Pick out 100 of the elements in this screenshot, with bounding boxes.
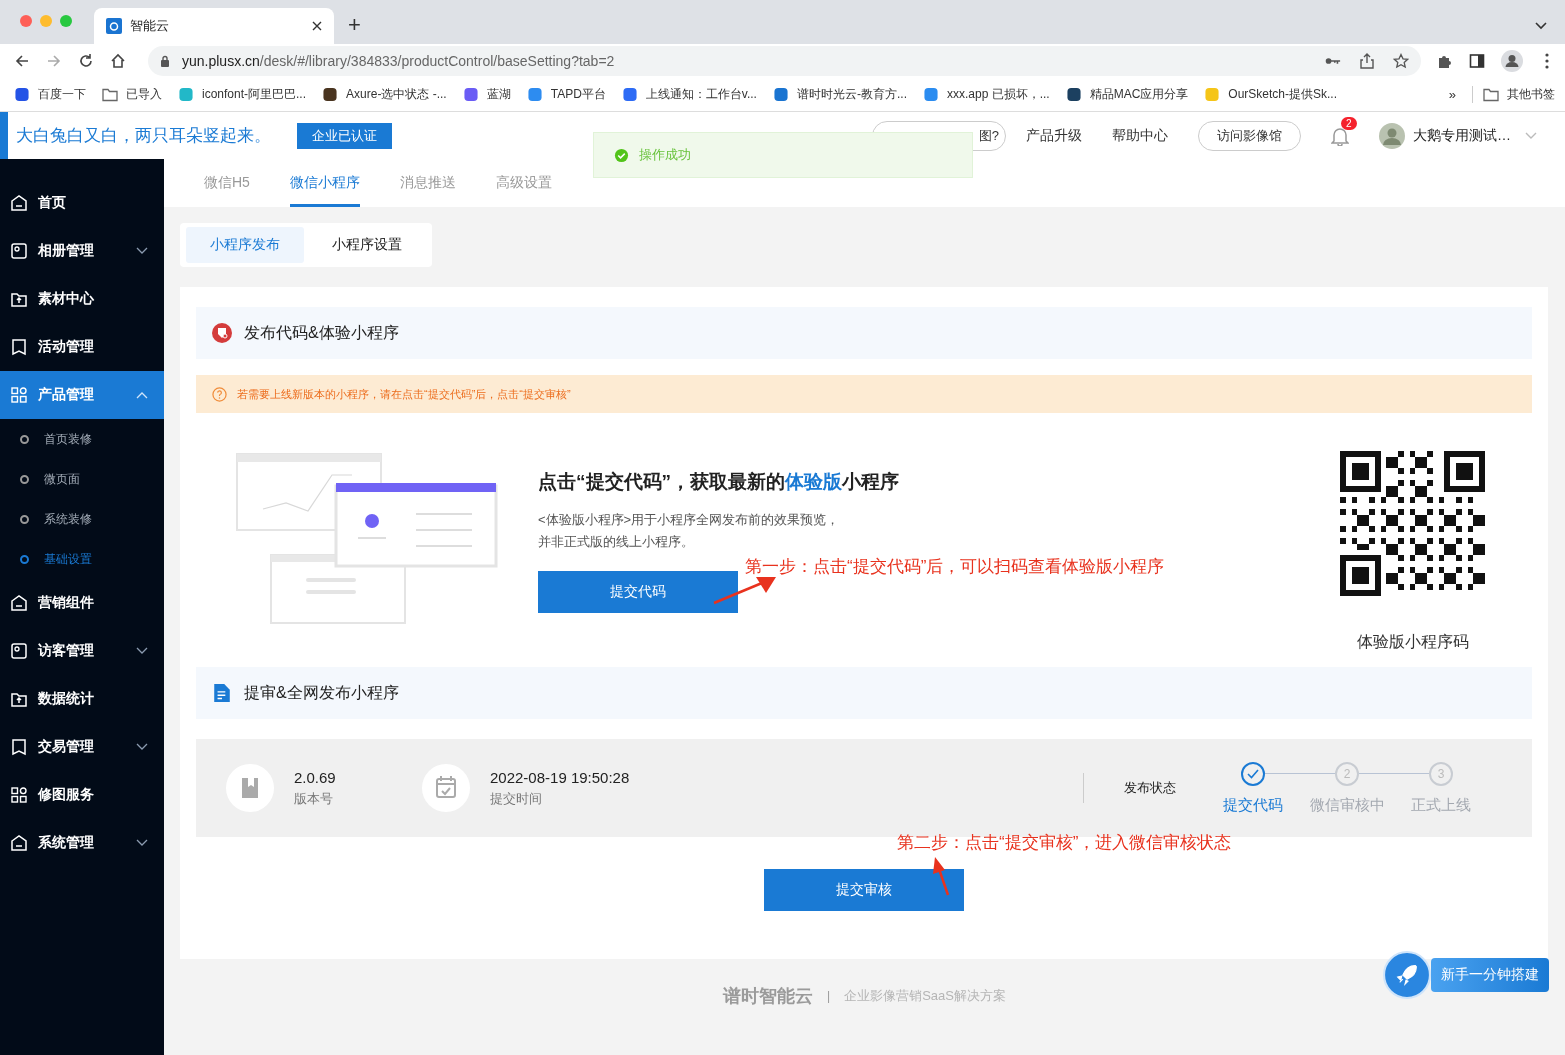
sidebar-item[interactable]: 系统管理	[0, 819, 164, 867]
profile-icon[interactable]	[1501, 50, 1523, 72]
header-link[interactable]: 帮助中心	[1112, 126, 1168, 145]
folder-upload-icon	[10, 290, 28, 308]
sidebar-item[interactable]: 素材中心	[0, 275, 164, 323]
reload-icon[interactable]	[78, 53, 94, 69]
sidebar-panel-icon[interactable]	[1469, 53, 1485, 69]
camera-icon	[106, 18, 122, 34]
sidebar-subitem[interactable]: 系统装修	[0, 499, 164, 539]
grid-icon	[10, 386, 28, 404]
submit-review-button[interactable]: 提交审核	[764, 869, 964, 911]
chevron-down-icon[interactable]	[1535, 22, 1547, 30]
sub-tab[interactable]: 小程序发布	[186, 227, 304, 263]
footer-separator: |	[827, 989, 831, 1003]
bookmark-item[interactable]: 其他书签	[1472, 86, 1555, 103]
bookmark-item[interactable]: iconfont-阿里巴巴...	[178, 86, 307, 103]
sidebar-subitem[interactable]: 首页装修	[0, 419, 164, 459]
section-title: 提审&全网发布小程序	[244, 682, 399, 703]
site-icon	[526, 87, 543, 102]
submit-time: 2022-08-19 19:50:28	[490, 768, 631, 786]
back-icon[interactable]	[14, 53, 30, 69]
star-icon[interactable]	[1393, 53, 1409, 69]
sidebar-item[interactable]: 交易管理	[0, 723, 164, 771]
bookmark-item[interactable]: 蓝湖	[462, 86, 511, 103]
rocket-icon[interactable]	[1383, 951, 1431, 999]
step-label: 正式上线	[1411, 795, 1471, 815]
bookmark-item[interactable]: OurSketch-提供Sk...	[1204, 86, 1338, 103]
annotation-arrow	[932, 857, 952, 897]
bookmark-icon	[10, 738, 28, 756]
release-heading: 点击“提交代码”，获取最新的体验版小程序	[538, 470, 900, 494]
browser-tab[interactable]: 智能云	[94, 8, 334, 44]
stamp-icon	[212, 323, 232, 343]
bookmark-item[interactable]: TAPD平台	[526, 86, 606, 103]
step-label: 提交代码	[1223, 795, 1283, 815]
more-bookmarks-button[interactable]: »	[1448, 87, 1456, 102]
site-icon	[462, 87, 479, 102]
bookmark-item[interactable]: 精品MAC应用分享	[1065, 86, 1189, 103]
sidebar-item[interactable]: 访客管理	[0, 627, 164, 675]
site-icon	[1204, 87, 1221, 102]
sub-tab[interactable]: 小程序设置	[308, 227, 426, 263]
bookmark-item[interactable]: 百度一下	[14, 86, 86, 103]
sidebar-item[interactable]: 活动管理	[0, 323, 164, 371]
home-icon[interactable]	[110, 53, 126, 69]
site-icon	[772, 87, 789, 102]
book-icon	[226, 764, 274, 812]
qr-code-caption: 体验版小程序码	[1356, 632, 1469, 652]
sidebar-item[interactable]: 营销组件	[0, 579, 164, 627]
verified-badge: 企业已认证	[297, 122, 392, 149]
bell-icon[interactable]	[1331, 125, 1349, 146]
release-description: <体验版小程序>用于小程序全网发布前的效果预览， 并非正式版的线上小程序。	[538, 511, 841, 551]
annotation-text: 第二步：点击“提交审核”，进入微信审核状态	[897, 832, 1232, 854]
header-link[interactable]: 产品升级	[1026, 126, 1082, 145]
bookmark-item[interactable]: 已导入	[102, 86, 162, 103]
section-title: 发布代码&体验小程序	[244, 322, 399, 343]
bookmark-icon	[10, 338, 28, 356]
bookmark-item[interactable]: Axure-选中状态 -...	[322, 86, 447, 103]
site-icon	[322, 87, 339, 102]
bullet-icon	[20, 474, 29, 484]
home-icon	[10, 834, 28, 852]
bullet-icon	[20, 514, 29, 524]
site-icon	[178, 87, 194, 102]
submit-code-button[interactable]: 提交代码	[538, 571, 738, 613]
puzzle-icon[interactable]	[1437, 53, 1453, 69]
bookmark-item[interactable]: xxx.app 已损坏，...	[922, 86, 1050, 103]
tab[interactable]: 微信小程序	[289, 159, 360, 207]
chevron-icon[interactable]	[136, 743, 148, 751]
bullet-icon	[20, 434, 29, 444]
avatar-icon[interactable]	[1379, 122, 1405, 149]
version-number: 2.0.69	[294, 768, 337, 786]
user-name[interactable]: 大鹅专用测试…	[1413, 126, 1511, 145]
version-label: 版本号	[294, 789, 334, 808]
sidebar-item[interactable]: 相册管理	[0, 227, 164, 275]
sidebar-item[interactable]: 修图服务	[0, 771, 164, 819]
check-circle-icon	[614, 147, 629, 163]
site-icon	[1065, 87, 1082, 102]
sidebar-subitem[interactable]: 基础设置	[0, 539, 164, 579]
site-icon	[621, 87, 638, 102]
folder-icon	[102, 87, 118, 102]
chevron-icon[interactable]	[136, 839, 148, 847]
sidebar-subitem[interactable]: 微页面	[0, 459, 164, 499]
annotation-text: 第一步：点击“提交代码”后，可以扫码查看体验版小程序	[745, 556, 1165, 578]
sidebar-item[interactable]: 数据统计	[0, 675, 164, 723]
address-bar[interactable]: yun.plusx.cn/desk/#/library/384833/productControl/baseSetting?tab=2	[148, 46, 1421, 76]
bookmark-item[interactable]: 上线通知：工作台v...	[621, 86, 757, 103]
step-label: 微信审核中	[1309, 795, 1385, 815]
chevron-icon[interactable]	[136, 247, 148, 255]
bullet-icon	[20, 554, 29, 564]
bookmark-item[interactable]: 谱时时光云-教育方...	[772, 86, 907, 103]
share-icon[interactable]	[1359, 53, 1375, 69]
folder-upload-icon	[10, 690, 28, 708]
sidebar-item[interactable]: 首页	[0, 179, 164, 227]
home-icon	[10, 594, 28, 612]
site-icon	[922, 87, 939, 102]
new-tab-button[interactable]: +	[348, 12, 361, 38]
chevron-icon[interactable]	[136, 647, 148, 655]
image-icon	[10, 642, 28, 660]
sidebar-item[interactable]: 产品管理	[0, 371, 164, 419]
notice-text: 若需要上线新版本的小程序，请在点击“提交代码”后，点击“提交审核”	[237, 386, 571, 402]
home-icon	[10, 194, 28, 212]
document-icon	[212, 683, 232, 703]
